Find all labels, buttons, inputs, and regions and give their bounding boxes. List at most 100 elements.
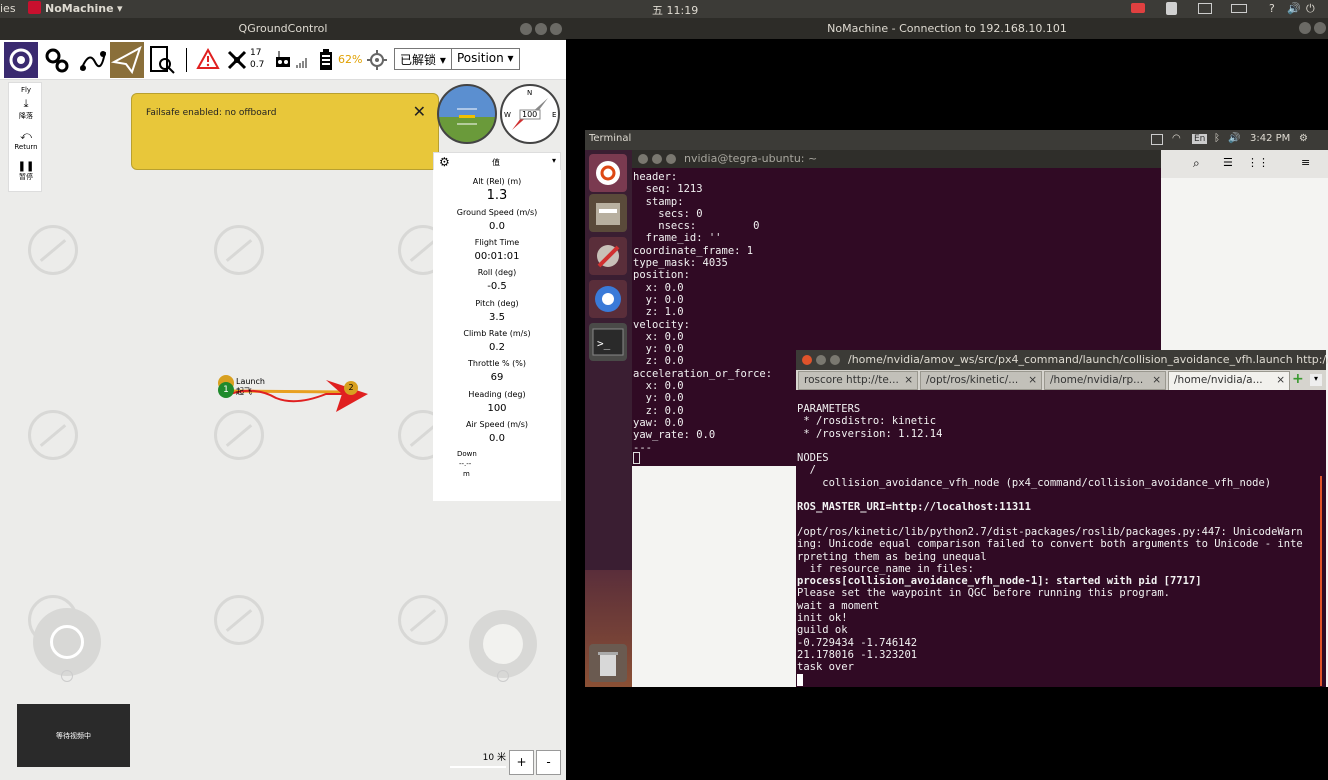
maximize-button[interactable]	[830, 355, 840, 365]
minimize-button[interactable]	[1299, 22, 1311, 34]
rtk-crosshair-icon[interactable]	[367, 50, 387, 74]
record-icon[interactable]	[1131, 3, 1145, 13]
arm-state-dropdown[interactable]: 已解锁 ▾	[394, 48, 452, 70]
value-label: Heading (deg)	[468, 390, 526, 399]
value-number: 69	[490, 372, 504, 383]
toolbar-divider	[186, 48, 187, 72]
tab-menu-icon[interactable]: ▾	[1310, 374, 1322, 386]
trash-icon[interactable]	[589, 644, 627, 682]
terminal-line: * /rosdistro: kinetic	[797, 415, 937, 428]
battery-icon[interactable]	[320, 49, 336, 75]
right-joystick-knob[interactable]	[497, 670, 509, 682]
terminal-tab-active[interactable]: /home/nvidia/a... ×	[1168, 371, 1290, 390]
tool-fly[interactable]: Fly	[9, 86, 43, 94]
settings-gears-icon[interactable]	[40, 42, 74, 78]
values-settings-icon[interactable]: ⚙	[439, 155, 450, 169]
remote-clock[interactable]: 3:42 PM	[1250, 133, 1290, 144]
qgc-logo-button[interactable]	[4, 42, 38, 78]
system-settings-icon[interactable]	[589, 237, 627, 275]
close-tab-icon[interactable]: ×	[1028, 374, 1037, 386]
zoom-out-button[interactable]: -	[536, 750, 561, 775]
rc-icon[interactable]	[274, 50, 292, 74]
qgc-titlebar: QGroundControl	[0, 18, 566, 40]
minimize-button[interactable]	[816, 355, 826, 365]
terminal-icon[interactable]: >_	[589, 323, 627, 361]
waypoint-marker[interactable]: 1	[218, 382, 234, 398]
ubuntu-dash-icon[interactable]	[589, 154, 627, 192]
grid-view-icon[interactable]: ⋮⋮	[1247, 156, 1269, 169]
terminal-tab[interactable]: /home/nvidia/rp... ×	[1044, 371, 1166, 390]
close-tab-icon[interactable]: ×	[904, 374, 913, 386]
video-preview[interactable]: 等待视频中	[17, 704, 130, 767]
close-icon[interactable]: ✕	[413, 102, 426, 121]
warning-icon[interactable]	[196, 47, 220, 74]
terminal-tab[interactable]: roscore http://te... ×	[798, 371, 918, 390]
close-button[interactable]	[1314, 22, 1326, 34]
left-joystick[interactable]	[33, 608, 101, 676]
terminal-line: /opt/ros/kinetic/lib/python2.7/dist-pack…	[797, 525, 1303, 538]
waypoint-marker[interactable]: 2	[344, 381, 358, 395]
attitude-indicator	[437, 84, 497, 148]
terminal-tab[interactable]: /opt/ros/kinetic/... ×	[920, 371, 1042, 390]
volume-icon[interactable]: 🔊	[1287, 2, 1301, 15]
list-view-icon[interactable]: ☰	[1223, 156, 1233, 169]
video-status: 等待视频中	[56, 731, 91, 740]
app-menu[interactable]: NoMachine ▾	[45, 2, 123, 15]
new-tab-icon[interactable]: +	[1292, 371, 1304, 387]
close-tab-icon[interactable]: ×	[1276, 374, 1285, 386]
clipboard-icon[interactable]	[1166, 2, 1177, 15]
close-button[interactable]	[802, 355, 812, 365]
terminal-line: init ok!	[797, 612, 848, 625]
analyze-icon[interactable]	[145, 42, 179, 78]
terminal-window-2[interactable]: /home/nvidia/amov_ws/src/px4_command/lau…	[796, 350, 1328, 687]
unity-launcher: >_	[585, 150, 632, 687]
minimize-button[interactable]	[520, 23, 532, 35]
zoom-in-button[interactable]: +	[509, 750, 534, 775]
keyboard-icon[interactable]	[1231, 4, 1247, 13]
down-label: Down	[457, 450, 477, 458]
close-button[interactable]	[550, 23, 562, 35]
files-icon[interactable]	[589, 194, 627, 232]
left-joystick-knob[interactable]	[61, 670, 73, 682]
search-icon[interactable]: ⌕	[1193, 156, 1200, 171]
power-icon[interactable]: ⏻	[1306, 2, 1315, 16]
values-dropdown-arrow[interactable]: ▾	[552, 156, 556, 165]
plan-icon[interactable]	[75, 42, 109, 78]
map-scale: 10 米	[482, 753, 506, 763]
flight-mode-dropdown[interactable]: Position ▾	[451, 48, 520, 70]
terminal1-titlebar: nvidia@tegra-ubuntu: ~	[632, 150, 1161, 168]
clock[interactable]: 五 11:19	[652, 2, 698, 18]
help-icon[interactable]: ?	[1269, 2, 1275, 15]
terminal2-scrollbar[interactable]	[1320, 476, 1322, 686]
tool-pause[interactable]: ❚❚ 暂停	[9, 161, 43, 182]
gps-icon[interactable]	[226, 49, 248, 75]
volume-icon[interactable]: 🔊	[1228, 133, 1240, 144]
close-button[interactable]	[638, 154, 648, 164]
terminal-line: task over	[797, 661, 854, 674]
value-number: 0.2	[489, 342, 505, 353]
wifi-icon[interactable]: ◠	[1172, 133, 1181, 144]
land-icon: ⤓	[23, 97, 29, 110]
maximize-button[interactable]	[666, 154, 676, 164]
terminal1-title: nvidia@tegra-ubuntu: ~	[684, 152, 818, 165]
terminal2-output: PARAMETERS * /rosdistro: kinetic * /rosv…	[797, 403, 1303, 674]
tool-land[interactable]: ⤓ 降落	[9, 97, 43, 121]
lang-indicator[interactable]: En	[1192, 134, 1208, 144]
fly-view-icon[interactable]	[110, 42, 144, 78]
keyboard-icon[interactable]	[1151, 134, 1163, 145]
tool-return[interactable]: ⤺ Return	[9, 129, 43, 151]
display-icon[interactable]	[1198, 3, 1212, 14]
terminal-tabs: roscore http://te... × /opt/ros/kinetic/.…	[796, 370, 1326, 390]
settings-icon[interactable]: ⚙	[1299, 133, 1308, 144]
chromium-icon[interactable]	[589, 280, 627, 318]
menu-icon[interactable]: ≡	[1301, 156, 1310, 169]
terminal2-cursor	[797, 674, 803, 686]
close-tab-icon[interactable]: ×	[1152, 374, 1161, 386]
battery-percent: 62%	[338, 53, 363, 66]
terminal-line: NODES	[797, 452, 829, 465]
down-value: --.--	[459, 460, 472, 468]
maximize-button[interactable]	[535, 23, 547, 35]
bluetooth-icon[interactable]: ᛒ	[1214, 133, 1220, 144]
right-joystick[interactable]	[469, 610, 537, 678]
minimize-button[interactable]	[652, 154, 662, 164]
